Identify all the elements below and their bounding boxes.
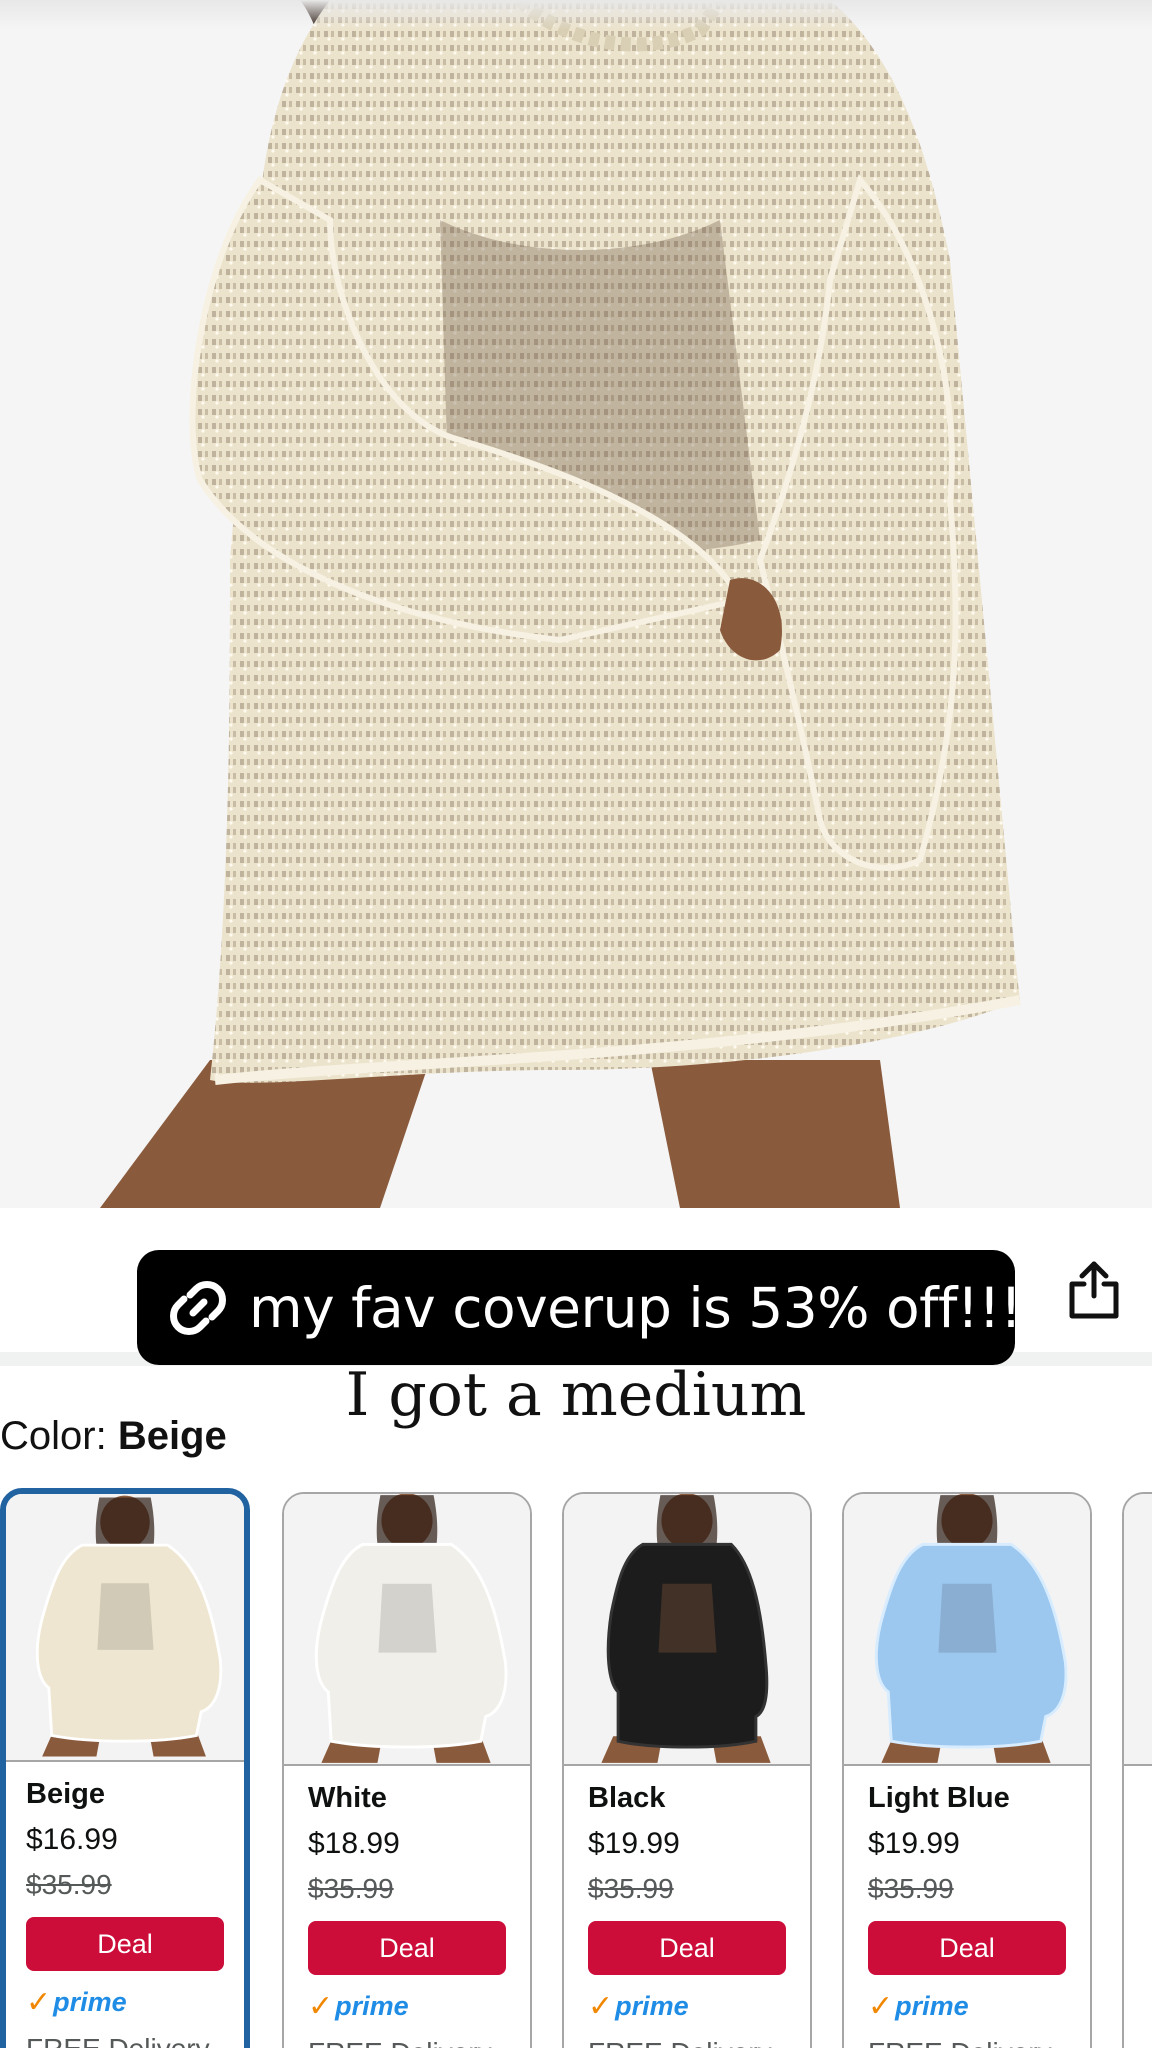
prime-badge: ✓ prime (308, 1989, 409, 2023)
deal-badge: Deal (26, 1917, 224, 1971)
swatch-list-price: $35.99 (26, 1869, 112, 1900)
swatch-thumbnail (6, 1494, 244, 1762)
swatch-name: Light Blue (868, 1782, 1010, 1814)
check-icon: ✓ (308, 1989, 334, 2023)
link-icon (170, 1280, 226, 1335)
caption-overlay: my fav coverup is 53% off!!! (137, 1250, 1022, 1365)
color-label: Color: Beige (0, 1414, 227, 1459)
swatch-thumbnail (844, 1494, 1090, 1766)
hero-top-shadow (0, 0, 1152, 30)
swatch-name: Beige (26, 1778, 105, 1810)
delivery-text: FREE Delivery (308, 2037, 506, 2048)
color-label-prefix: Color: (0, 1414, 118, 1458)
swatch-list-price: $35.99 (308, 1873, 394, 1904)
product-main-image[interactable] (0, 0, 1152, 1208)
deal-badge: Deal (308, 1921, 506, 1975)
deal-badge: Deal (588, 1921, 786, 1975)
check-icon: ✓ (588, 1989, 614, 2023)
deal-badge: Deal (868, 1921, 1066, 1975)
product-photo (0, 0, 1152, 1208)
swatch-thumbnail (1124, 1494, 1152, 1766)
swatch-list-price: $35.99 (868, 1873, 954, 1904)
check-icon: ✓ (26, 1985, 52, 2019)
prime-badge: ✓ prime (588, 1989, 689, 2023)
delivery-text: FREE Delivery (588, 2037, 786, 2048)
delivery-text: FREE Delivery (868, 2037, 1066, 2048)
prime-badge: ✓ prime (26, 1985, 127, 2019)
swatch-white[interactable]: White $18.99 $35.99 Deal ✓prime FREE Del… (282, 1492, 532, 2048)
swatch-black[interactable]: Black $19.99 $35.99 Deal ✓prime FREE Del… (562, 1492, 812, 2048)
prime-badge: ✓ prime (868, 1989, 969, 2023)
swatch-thumbnail (564, 1494, 810, 1766)
swatch-price: $19.99 (868, 1827, 960, 1860)
swatch-list-price: $35.99 (588, 1873, 674, 1904)
swatch-price: $16.99 (26, 1823, 118, 1856)
swatch-price: $19.99 (588, 1827, 680, 1860)
swatch-light-blue[interactable]: Light Blue $19.99 $35.99 Deal ✓prime FRE… (842, 1492, 1092, 2048)
swatch-price: $18.99 (308, 1827, 400, 1860)
swatch-beige[interactable]: Beige $16.99 $35.99 Deal ✓prime FREE Del… (0, 1488, 250, 2048)
check-icon: ✓ (868, 1989, 894, 2023)
share-icon[interactable] (1066, 1258, 1122, 1322)
swatch-name: White (308, 1782, 387, 1814)
swatch-name: Black (588, 1782, 666, 1814)
caption-text: my fav coverup is 53% off!!! (249, 1275, 1022, 1340)
delivery-text: FREE Delivery (26, 2033, 224, 2048)
selected-color-name: Beige (117, 1414, 227, 1458)
color-swatch-carousel[interactable]: Beige $16.99 $35.99 Deal ✓prime FREE Del… (0, 1488, 1152, 2048)
swatch-next-partial[interactable] (1122, 1492, 1152, 2048)
swatch-thumbnail (284, 1494, 530, 1766)
